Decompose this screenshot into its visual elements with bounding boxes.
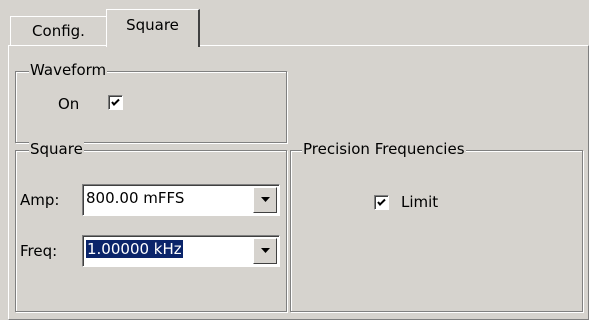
tab-square[interactable]: Square	[106, 9, 200, 47]
limit-label: Limit	[401, 193, 439, 211]
amp-value: 800.00 mFFS	[86, 189, 185, 207]
chevron-down-icon	[261, 197, 270, 202]
freq-dropdown-button[interactable]	[253, 238, 277, 264]
freq-value: 1.00000 kHz	[86, 240, 183, 258]
waveform-on-label: On	[58, 95, 80, 113]
freq-select[interactable]: 1.00000 kHz	[82, 235, 280, 267]
chevron-down-icon	[261, 248, 270, 253]
tab-panel-square: Waveform On Square Amp: 800.00 mFFS Freq…	[8, 45, 589, 320]
limit-checkbox[interactable]	[374, 195, 389, 210]
amp-select[interactable]: 800.00 mFFS	[82, 184, 280, 216]
waveform-on-checkbox[interactable]	[108, 95, 123, 110]
amp-label: Amp:	[20, 191, 60, 209]
freq-label: Freq:	[20, 242, 58, 260]
tab-config[interactable]: Config.	[10, 16, 108, 46]
tab-square-label: Square	[126, 16, 179, 34]
tab-config-label: Config.	[32, 22, 85, 40]
precision-frequencies-title: Precision Frequencies	[302, 140, 466, 158]
waveform-group: Waveform On	[15, 61, 287, 143]
waveform-group-title: Waveform	[29, 61, 108, 79]
precision-frequencies-group: Precision Frequencies Limit	[290, 140, 583, 312]
square-group: Square Amp: 800.00 mFFS Freq: 1.00000 kH…	[15, 140, 287, 312]
square-group-title: Square	[29, 140, 84, 158]
check-mark-icon	[111, 98, 120, 106]
amp-dropdown-button[interactable]	[253, 187, 277, 213]
check-mark-icon	[377, 198, 386, 206]
